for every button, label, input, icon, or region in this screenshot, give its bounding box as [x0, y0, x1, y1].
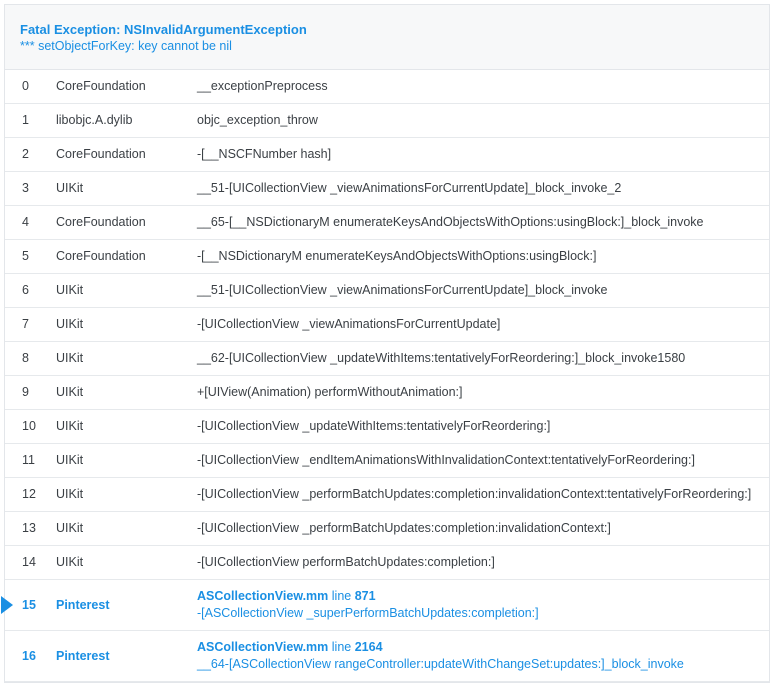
frame-library: UIKit [56, 419, 84, 433]
frame-library: UIKit [56, 181, 84, 195]
frame-library: Pinterest [56, 598, 110, 612]
stack-frame-row[interactable]: 3 UIKit __51-[UICollectionView _viewAnim… [5, 172, 769, 206]
frame-symbol: -[UICollectionView _performBatchUpdates:… [197, 487, 752, 501]
frame-library: UIKit [56, 487, 84, 501]
frame-library: UIKit [56, 521, 84, 535]
stack-frame-row[interactable]: 9 UIKit +[UIView(Animation) performWitho… [5, 376, 769, 410]
frame-number: 9 [22, 385, 29, 399]
stack-frame-row[interactable]: 10 UIKit -[UICollectionView _updateWithI… [5, 410, 769, 444]
frame-library: CoreFoundation [56, 79, 146, 93]
frame-library: UIKit [56, 283, 84, 297]
line-word: line [331, 640, 352, 654]
line-number: 2164 [354, 640, 383, 654]
frame-number: 11 [22, 453, 35, 467]
frame-symbol: -[UICollectionView _endItemAnimationsWit… [197, 453, 695, 467]
frame-number: 2 [22, 147, 29, 161]
frame-source-info: ASCollectionView.mm line 871 -[ASCollect… [197, 588, 539, 622]
frame-symbol: -[UICollectionView _updateWithItems:tent… [197, 419, 551, 433]
frame-library: UIKit [56, 555, 84, 569]
exception-header: Fatal Exception: NSInvalidArgumentExcept… [5, 5, 769, 70]
frame-number: 14 [22, 555, 36, 569]
frame-number: 4 [22, 215, 29, 229]
frame-library: libobjc.A.dylib [56, 113, 133, 127]
frame-number: 16 [22, 649, 36, 663]
frame-symbol: -[UICollectionView _performBatchUpdates:… [197, 521, 611, 535]
stack-frame-row-app[interactable]: 16 Pinterest ASCollectionView.mm line 21… [5, 631, 769, 682]
frame-library: CoreFoundation [56, 215, 146, 229]
stack-frame-row[interactable]: 2 CoreFoundation -[__NSCFNumber hash] [5, 138, 769, 172]
frame-number: 6 [22, 283, 29, 297]
frame-library: UIKit [56, 317, 84, 331]
frame-number: 15 [22, 598, 36, 612]
frame-symbol: __64-[ASCollectionView rangeController:u… [197, 657, 684, 671]
frame-symbol: objc_exception_throw [197, 113, 318, 127]
frame-symbol: +[UIView(Animation) performWithoutAnimat… [197, 385, 463, 399]
frame-symbol: -[UICollectionView _viewAnimationsForCur… [197, 317, 501, 331]
stack-frame-row[interactable]: 0 CoreFoundation __exceptionPreprocess [5, 70, 769, 104]
frame-library: Pinterest [56, 649, 110, 663]
stack-frame-row[interactable]: 13 UIKit -[UICollectionView _performBatc… [5, 512, 769, 546]
frame-number: 7 [22, 317, 29, 331]
crash-marker-icon [1, 596, 13, 614]
frame-number: 0 [22, 79, 29, 93]
stack-frame-row[interactable]: 8 UIKit __62-[UICollectionView _updateWi… [5, 342, 769, 376]
source-file-link[interactable]: ASCollectionView.mm [197, 589, 328, 603]
frame-number: 8 [22, 351, 29, 365]
frame-number: 3 [22, 181, 29, 195]
stack-frame-row[interactable]: 1 libobjc.A.dylib objc_exception_throw [5, 104, 769, 138]
frame-library: UIKit [56, 351, 84, 365]
stack-frame-row[interactable]: 6 UIKit __51-[UICollectionView _viewAnim… [5, 274, 769, 308]
frame-number: 5 [22, 249, 29, 263]
stack-trace: 0 CoreFoundation __exceptionPreprocess 1… [1, 70, 769, 682]
frame-library: UIKit [56, 385, 84, 399]
frame-symbol: -[UICollectionView performBatchUpdates:c… [197, 555, 495, 569]
frame-symbol: __51-[UICollectionView _viewAnimationsFo… [197, 283, 608, 297]
line-word: line [331, 589, 352, 603]
frame-symbol: __65-[__NSDictionaryM enumerateKeysAndOb… [197, 215, 704, 229]
source-file-link[interactable]: ASCollectionView.mm [197, 640, 328, 654]
frame-symbol: __exceptionPreprocess [197, 79, 328, 93]
exception-message: *** setObjectForKey: key cannot be nil [20, 39, 232, 53]
line-number: 871 [354, 589, 376, 603]
stack-frame-row[interactable]: 12 UIKit -[UICollectionView _performBatc… [5, 478, 769, 512]
frame-symbol: -[__NSDictionaryM enumerateKeysAndObject… [197, 249, 597, 263]
stack-frame-row[interactable]: 4 CoreFoundation __65-[__NSDictionaryM e… [5, 206, 769, 240]
stack-frame-row[interactable]: 11 UIKit -[UICollectionView _endItemAnim… [5, 444, 769, 478]
frame-number: 1 [22, 113, 29, 127]
crash-report-panel: Fatal Exception: NSInvalidArgumentExcept… [1, 4, 770, 683]
frame-symbol: -[__NSCFNumber hash] [197, 147, 332, 161]
stack-frame-row[interactable]: 7 UIKit -[UICollectionView _viewAnimatio… [5, 308, 769, 342]
frame-number: 13 [22, 521, 36, 535]
exception-title: Fatal Exception: NSInvalidArgumentExcept… [20, 22, 307, 37]
frame-library: CoreFoundation [56, 147, 146, 161]
stack-frame-row[interactable]: 5 CoreFoundation -[__NSDictionaryM enume… [5, 240, 769, 274]
frame-source-info: ASCollectionView.mm line 2164 __64-[ASCo… [197, 639, 684, 673]
frame-number: 12 [22, 487, 36, 501]
frame-library: UIKit [56, 453, 84, 467]
stack-frame-row-app-crashed[interactable]: 15 Pinterest ASCollectionView.mm line 87… [1, 580, 769, 631]
frame-symbol: __51-[UICollectionView _viewAnimationsFo… [197, 181, 622, 195]
frame-library: CoreFoundation [56, 249, 146, 263]
stack-frame-row[interactable]: 14 UIKit -[UICollectionView performBatch… [5, 546, 769, 580]
frame-symbol: -[ASCollectionView _superPerformBatchUpd… [197, 606, 539, 620]
frame-number: 10 [22, 419, 36, 433]
frame-symbol: __62-[UICollectionView _updateWithItems:… [197, 351, 686, 365]
